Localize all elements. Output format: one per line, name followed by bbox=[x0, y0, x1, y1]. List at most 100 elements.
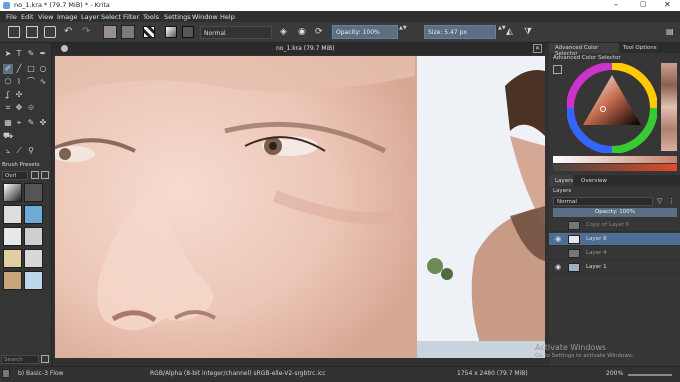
reference-tool-icon[interactable]: ⚲ bbox=[26, 146, 36, 156]
brush-preset-1[interactable] bbox=[3, 183, 22, 202]
color-wheel[interactable] bbox=[567, 63, 657, 153]
brush-tag-select[interactable]: Ovrl bbox=[2, 171, 28, 180]
undo-icon[interactable]: ↶ bbox=[64, 26, 76, 38]
bezier-tool-icon[interactable]: ⌒ bbox=[26, 77, 36, 87]
fill-tool-icon[interactable]: ⛟ bbox=[3, 131, 13, 141]
workspace-icon[interactable]: ▤ bbox=[666, 26, 678, 38]
move-tool-icon[interactable]: ✥ bbox=[14, 103, 24, 113]
redo-icon[interactable]: ↷ bbox=[82, 26, 94, 38]
menu-view[interactable]: View bbox=[38, 13, 53, 21]
canvas-tab-title[interactable]: no_1.kra (79.7 MiB) bbox=[276, 45, 335, 52]
maximize-icon[interactable]: ▢ bbox=[640, 0, 647, 8]
polygon-tool-icon[interactable]: ⬠ bbox=[3, 77, 13, 87]
background-color-swatch[interactable] bbox=[121, 25, 135, 39]
menu-help[interactable]: Help bbox=[220, 13, 235, 21]
blend-mode-select[interactable]: Normal bbox=[200, 26, 272, 39]
preserve-alpha-icon[interactable]: ◉ bbox=[298, 26, 310, 38]
crop-tool-icon[interactable]: ⌗ bbox=[3, 103, 13, 113]
tab-tool-options[interactable]: Tool Options bbox=[623, 45, 657, 51]
size-spin-icon[interactable]: ▲▼ bbox=[498, 25, 506, 39]
layer-opacity-slider[interactable]: Opacity: 100% bbox=[553, 208, 677, 217]
menu-edit[interactable]: Edit bbox=[21, 13, 34, 21]
visibility-eye-icon[interactable]: ◉ bbox=[555, 264, 562, 271]
select-shape-icon[interactable]: ➤ bbox=[3, 49, 13, 59]
status-zoom[interactable]: 200% bbox=[606, 370, 623, 377]
gradient-tool-icon[interactable]: ▦ bbox=[3, 118, 13, 128]
open-document-icon[interactable] bbox=[26, 26, 38, 38]
gradient-icon[interactable] bbox=[165, 26, 177, 38]
menu-filter[interactable]: Filter bbox=[123, 13, 139, 21]
transform-tool-icon[interactable]: ⟐ bbox=[26, 103, 36, 113]
brush-preset-5[interactable] bbox=[3, 227, 22, 246]
calligraphy-icon[interactable]: ✒ bbox=[38, 49, 48, 59]
assistant-tool-icon[interactable]: ⟋ bbox=[14, 146, 24, 156]
menu-settings[interactable]: Settings bbox=[164, 13, 191, 21]
mirror-vertical-icon[interactable]: ⧩ bbox=[524, 26, 536, 38]
size-slider[interactable]: Size: 5.47 px bbox=[424, 25, 496, 39]
color-picker-icon[interactable]: ⌖ bbox=[14, 118, 24, 128]
save-icon[interactable] bbox=[44, 26, 56, 38]
eraser-mode-icon[interactable]: ◈ bbox=[280, 26, 292, 38]
new-document-icon[interactable] bbox=[8, 26, 20, 38]
dynamic-brush-icon[interactable]: ʆ bbox=[3, 90, 13, 100]
brush-preset-9[interactable] bbox=[3, 271, 22, 290]
freehand-brush-icon[interactable]: ✐ bbox=[3, 64, 13, 74]
zoom-slider[interactable] bbox=[628, 374, 672, 376]
ellipse-tool-icon[interactable]: ○ bbox=[38, 64, 48, 74]
opacity-spin-icon[interactable]: ▲▼ bbox=[399, 25, 407, 39]
brush-preset-8[interactable] bbox=[24, 249, 43, 268]
menu-file[interactable]: File bbox=[6, 13, 17, 21]
foreground-color-swatch[interactable] bbox=[103, 25, 117, 39]
visibility-eye-icon[interactable]: ◉ bbox=[555, 236, 562, 243]
colorize-mask-icon[interactable]: ✎ bbox=[26, 118, 36, 128]
edit-shape-icon[interactable]: ✎ bbox=[26, 49, 36, 59]
brush-preset-2[interactable] bbox=[24, 183, 43, 202]
layer-row-layer-4[interactable]: Layer 4 bbox=[549, 247, 680, 260]
layer-row-copy-of-layer-6[interactable]: Copy of Layer 6 bbox=[549, 219, 680, 232]
smart-patch-icon[interactable]: ✜ bbox=[38, 118, 48, 128]
brush-preset-6[interactable] bbox=[24, 227, 43, 246]
close-canvas-icon[interactable]: ✕ bbox=[533, 44, 542, 53]
layer-options-icon[interactable]: ⋮ bbox=[668, 197, 676, 206]
freehand-path-icon[interactable]: ∿ bbox=[38, 77, 48, 87]
menu-layer[interactable]: Layer bbox=[81, 13, 99, 21]
rectangle-tool-icon[interactable]: □ bbox=[26, 64, 36, 74]
fill-pattern-icon[interactable] bbox=[143, 26, 155, 38]
brush-preset-icon[interactable] bbox=[182, 26, 194, 38]
menu-tools[interactable]: Tools bbox=[143, 13, 159, 21]
lightness-slider[interactable] bbox=[553, 156, 677, 163]
filter-icon[interactable]: ▽ bbox=[657, 197, 665, 206]
menu-window[interactable]: Window bbox=[192, 13, 218, 21]
multibrush-icon[interactable]: ✣ bbox=[14, 90, 24, 100]
tab-layers[interactable]: Layers bbox=[549, 175, 573, 186]
brush-preset-10[interactable] bbox=[24, 271, 43, 290]
current-brush-icon[interactable] bbox=[2, 369, 10, 378]
layer-row-layer-8[interactable]: ◉ Layer 8 bbox=[549, 233, 680, 246]
brush-search-options-icon[interactable] bbox=[41, 355, 49, 363]
reload-preset-icon[interactable]: ⟳ bbox=[315, 26, 327, 38]
text-tool-icon[interactable]: T bbox=[14, 49, 24, 59]
brush-preset-4[interactable] bbox=[24, 205, 43, 224]
tab-overview[interactable]: Overview bbox=[581, 178, 607, 184]
minimize-icon[interactable]: – bbox=[614, 0, 618, 9]
polyline-tool-icon[interactable]: ⌇ bbox=[14, 77, 24, 87]
brush-grid-icon[interactable] bbox=[31, 171, 39, 179]
menu-image[interactable]: Image bbox=[57, 13, 77, 21]
brush-preset-7[interactable] bbox=[3, 249, 22, 268]
color-history-strip[interactable] bbox=[661, 63, 677, 151]
layer-row-layer-1[interactable]: ◉ Layer 1 bbox=[549, 261, 680, 274]
close-icon[interactable]: ✕ bbox=[664, 0, 671, 9]
opacity-slider[interactable]: Opacity: 100% bbox=[332, 25, 398, 39]
line-tool-icon[interactable]: ╱ bbox=[14, 64, 24, 74]
measure-tool-icon[interactable]: ⦣ bbox=[3, 146, 13, 156]
tab-advanced-color-selector[interactable]: Advanced Color Selector bbox=[549, 43, 619, 57]
brush-search-input[interactable]: Search bbox=[1, 355, 39, 364]
layer-blend-mode-select[interactable]: Normal bbox=[553, 197, 653, 206]
brush-preset-3[interactable] bbox=[3, 205, 22, 224]
saturation-slider[interactable] bbox=[553, 164, 677, 171]
color-selector-settings-icon[interactable] bbox=[553, 65, 562, 74]
menu-select[interactable]: Select bbox=[101, 13, 121, 21]
brush-list-icon[interactable] bbox=[41, 171, 49, 179]
painting-canvas[interactable] bbox=[55, 56, 545, 358]
mirror-horizontal-icon[interactable]: ◭ bbox=[506, 26, 518, 38]
